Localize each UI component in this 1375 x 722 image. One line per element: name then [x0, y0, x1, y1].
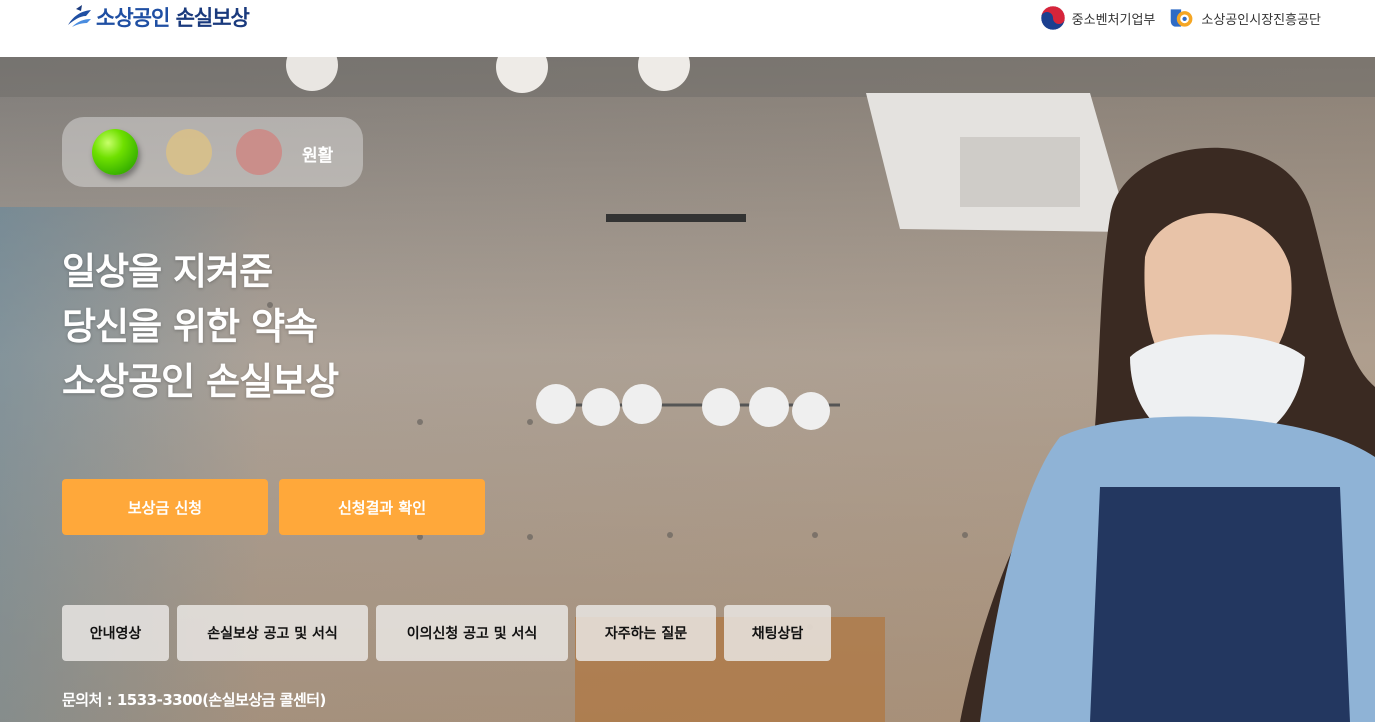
- logo-text-accent: 손실보상: [175, 6, 250, 30]
- check-result-button[interactable]: 신청결과 확인: [279, 479, 485, 535]
- status-light-red: [236, 129, 282, 175]
- quick-link-chat[interactable]: 채팅상담: [724, 605, 831, 661]
- hero-headline: 일상을 지켜준 당신을 위한 약속 소상공인 손실보상: [62, 244, 339, 409]
- hero-banner: 원활 일상을 지켜준 당신을 위한 약속 소상공인 손실보상 보상금 신청 신청…: [0, 57, 1375, 722]
- logo-text: 소상공인 손실보상: [96, 2, 250, 32]
- apply-compensation-button[interactable]: 보상금 신청: [62, 479, 268, 535]
- contact-info: 문의처 : 1533-3300(손실보상금 콜센터): [62, 691, 326, 709]
- org-semas[interactable]: 소상공인시장진흥공단: [1169, 5, 1321, 31]
- org-semas-label: 소상공인시장진흥공단: [1201, 12, 1321, 28]
- quick-link-loss-notice[interactable]: 손실보상 공고 및 서식: [177, 605, 368, 661]
- status-indicator: 원활: [62, 117, 363, 187]
- quick-link-faq[interactable]: 자주하는 질문: [576, 605, 716, 661]
- partner-organizations: 중소벤처기업부 소상공인시장진흥공단: [1040, 5, 1321, 31]
- org-mss-label: 중소벤처기업부: [1071, 12, 1156, 28]
- status-light-yellow: [166, 129, 212, 175]
- headline-line-2: 당신을 위한 약속: [62, 305, 318, 348]
- status-text: 원활: [302, 146, 334, 166]
- site-logo[interactable]: 소상공인 손실보상: [66, 2, 250, 32]
- status-light-green: [92, 129, 138, 175]
- logo-text-main: 소상공인: [96, 6, 170, 30]
- semas-emblem-icon: [1171, 9, 1193, 27]
- headline-line-3: 소상공인 손실보상: [62, 360, 339, 403]
- site-header: 소상공인 손실보상 중소벤처기업부 소상공인시장진흥공단: [0, 0, 1375, 57]
- arrow-swoosh-icon: [68, 5, 91, 27]
- quick-link-objection-notice[interactable]: 이의신청 공고 및 서식: [376, 605, 568, 661]
- taegeuk-emblem-icon: [1040, 5, 1065, 31]
- org-mss[interactable]: 중소벤처기업부: [1040, 5, 1156, 31]
- quick-link-guide-video[interactable]: 안내영상: [62, 605, 169, 661]
- headline-line-1: 일상을 지켜준: [62, 250, 273, 293]
